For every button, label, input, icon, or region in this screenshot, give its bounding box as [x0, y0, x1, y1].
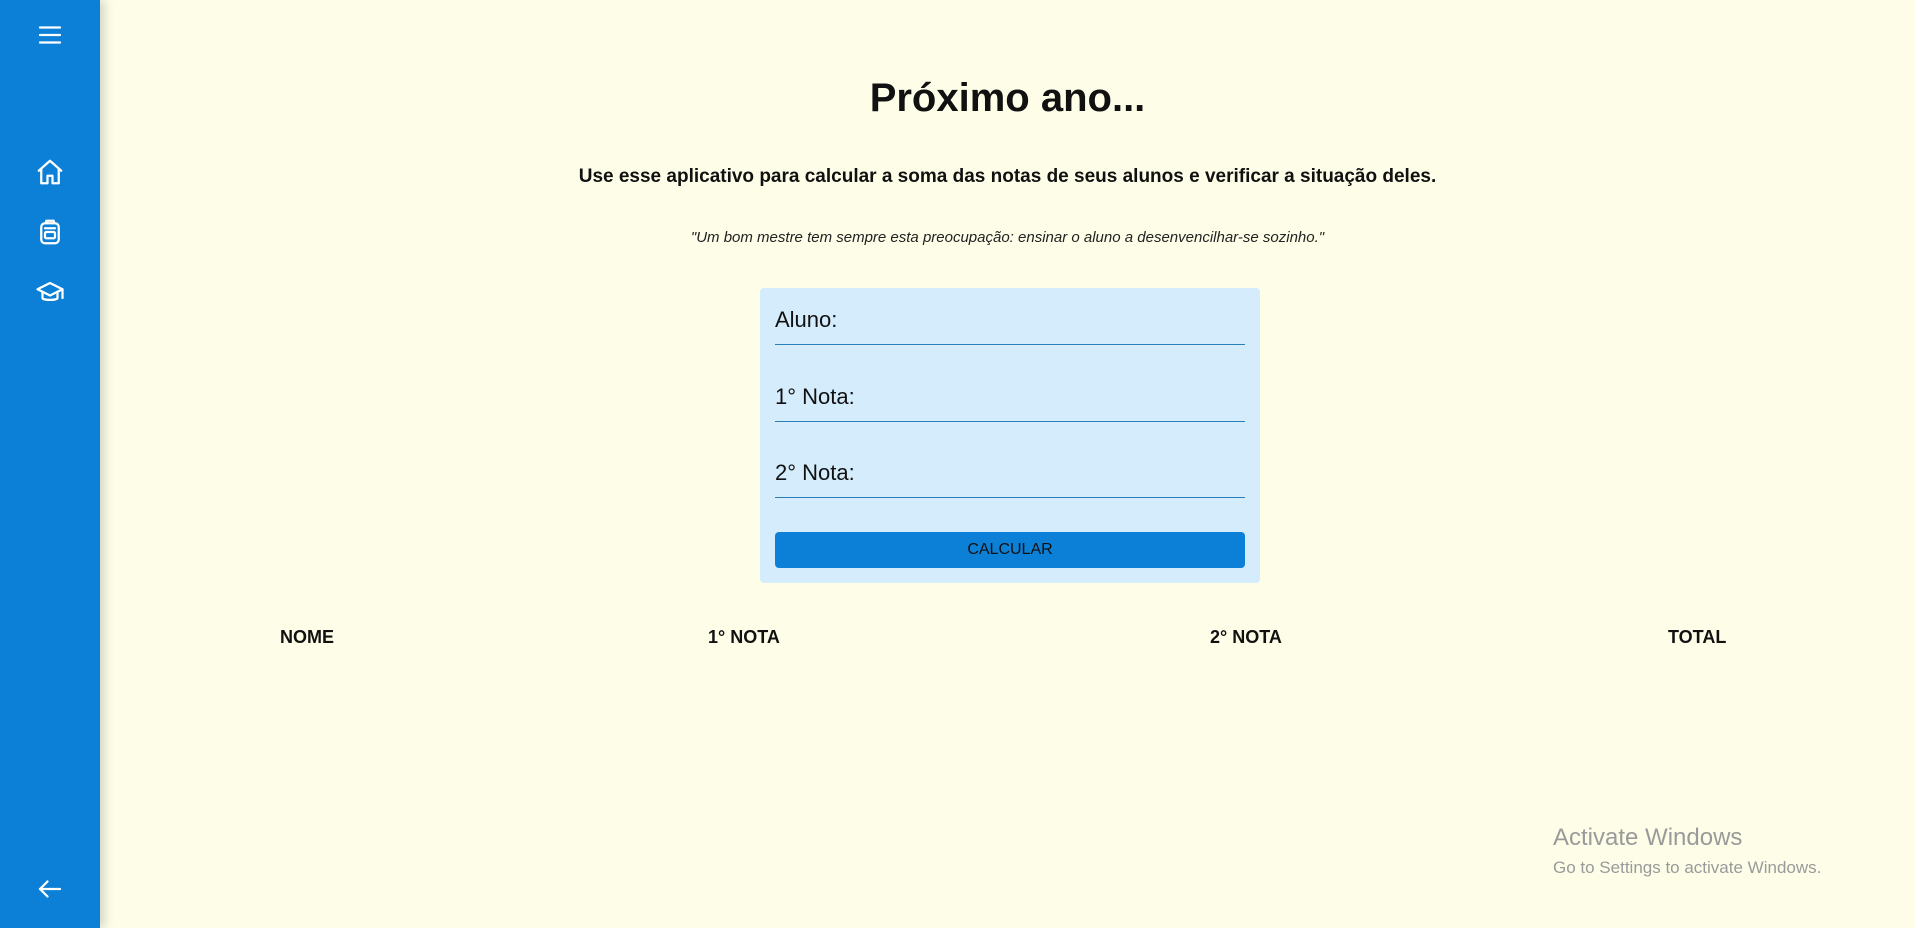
graduation-cap-icon	[36, 281, 64, 301]
nota1-field[interactable]: 1° Nota:	[775, 372, 1245, 422]
page-title: Próximo ano...	[869, 76, 1146, 120]
nota1-input[interactable]	[775, 372, 1245, 421]
grade-form: Aluno: 1° Nota: 2° Nota: CALCULAR	[760, 288, 1260, 583]
nota2-field[interactable]: 2° Nota:	[775, 448, 1245, 498]
menu-button[interactable]	[30, 15, 70, 55]
sidebar-item-home[interactable]	[30, 152, 70, 192]
menu-icon	[38, 26, 62, 44]
home-icon	[37, 159, 63, 185]
page-quote: "Um bom mestre tem sempre esta preocupaç…	[690, 229, 1325, 246]
sidebar	[0, 0, 100, 928]
table-header-nota1: 1° NOTA	[708, 627, 780, 647]
sidebar-item-students[interactable]	[30, 212, 70, 252]
activate-windows-subtitle: Go to Settings to activate Windows.	[1553, 858, 1822, 877]
table-header-nome: NOME	[280, 627, 334, 647]
aluno-input[interactable]	[775, 295, 1245, 344]
table-header-total: TOTAL	[1668, 627, 1727, 647]
sidebar-item-graduation[interactable]	[30, 273, 70, 313]
back-button[interactable]	[30, 869, 70, 909]
table-header-nota2: 2° NOTA	[1210, 627, 1282, 647]
aluno-field[interactable]: Aluno:	[775, 295, 1245, 345]
backpack-icon	[40, 219, 60, 245]
main-content: Próximo ano... Use esse aplicativo para …	[100, 0, 1915, 928]
activate-windows-title: Activate Windows	[1553, 824, 1743, 851]
nota2-input[interactable]	[775, 448, 1245, 497]
calcular-button[interactable]: CALCULAR	[775, 532, 1245, 568]
arrow-left-icon	[38, 880, 62, 898]
page-subtitle: Use esse aplicativo para calcular a soma…	[578, 166, 1437, 187]
